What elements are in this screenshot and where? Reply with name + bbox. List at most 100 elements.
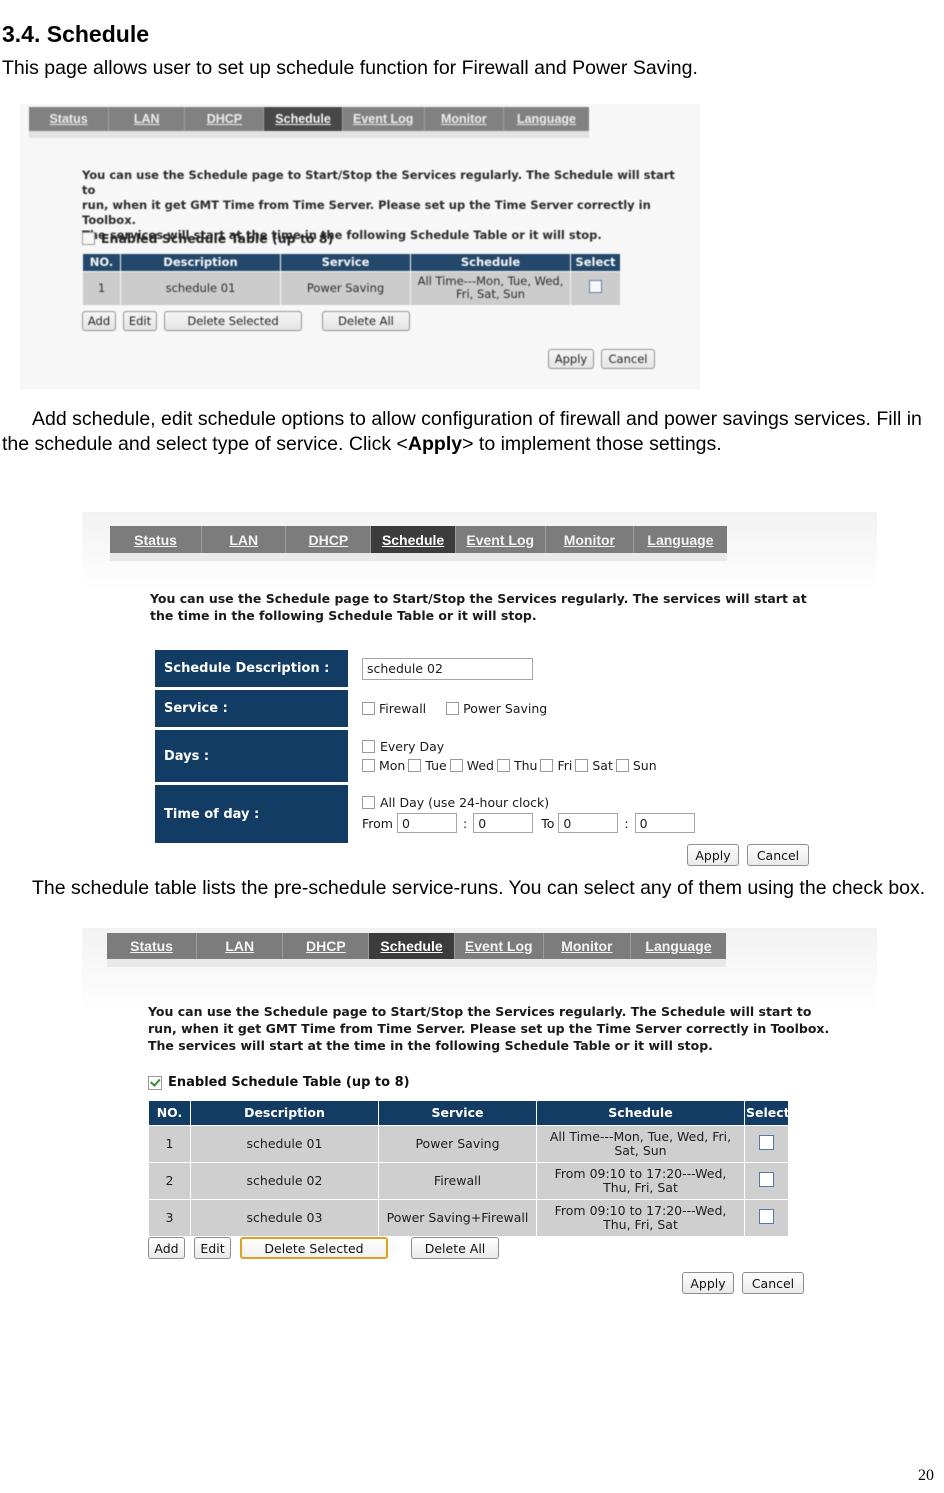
- add-button[interactable]: Add: [82, 311, 116, 331]
- from-minute-input[interactable]: 0: [473, 813, 534, 833]
- every-day-checkbox[interactable]: [362, 740, 375, 753]
- all-day-checkbox[interactable]: [362, 796, 375, 809]
- enabled-schedule-table-row-1[interactable]: Enabled Schedule Table (up to 8): [82, 231, 333, 246]
- thu-checkbox[interactable]: [496, 759, 510, 772]
- tab-status[interactable]: Status: [29, 107, 110, 131]
- row-select-checkbox[interactable]: [759, 1134, 774, 1150]
- tab-schedule[interactable]: Schedule: [264, 107, 343, 131]
- form-row-days: Days : Every Day Mon Tue Wed Thu Fri Sat…: [155, 730, 725, 782]
- cancel-button[interactable]: Cancel: [742, 1272, 804, 1294]
- sat-checkbox[interactable]: [575, 759, 589, 772]
- row-select-checkbox[interactable]: [759, 1208, 774, 1224]
- add-button[interactable]: Add: [148, 1237, 185, 1259]
- from-hour-input[interactable]: 0: [396, 813, 457, 833]
- enabled-schedule-table-checkbox[interactable]: [148, 1075, 162, 1090]
- cell-service: Power Saving+Firewall: [378, 1199, 537, 1237]
- screenshot-schedule-list-initial: Status LAN DHCP Schedule Event Log Monit…: [20, 104, 700, 389]
- tab-lan[interactable]: LAN: [202, 526, 287, 553]
- cancel-button[interactable]: Cancel: [747, 844, 809, 866]
- tab-event-log[interactable]: Event Log: [456, 526, 546, 553]
- tab-monitor[interactable]: Monitor: [425, 107, 504, 131]
- every-day-row[interactable]: Every Day: [362, 739, 725, 754]
- delete-all-button[interactable]: Delete All: [322, 311, 410, 331]
- mon-checkbox[interactable]: [362, 759, 375, 772]
- day-option-sun[interactable]: Sun: [615, 758, 657, 773]
- firewall-checkbox[interactable]: [362, 702, 375, 715]
- tab-label: Schedule: [380, 938, 443, 954]
- tab-label: LAN: [229, 531, 259, 548]
- to-minute-input[interactable]: 0: [634, 813, 695, 833]
- apply-button[interactable]: Apply: [682, 1272, 734, 1294]
- tab-lan[interactable]: LAN: [197, 933, 284, 959]
- tab-label: DHCP: [308, 531, 349, 548]
- service-option-firewall[interactable]: Firewall: [362, 701, 426, 716]
- enabled-schedule-table-checkbox[interactable]: [82, 232, 95, 245]
- tab-schedule[interactable]: Schedule: [371, 526, 456, 553]
- tabbar-underline-2: [110, 553, 727, 561]
- tab-monitor[interactable]: Monitor: [544, 933, 631, 959]
- cancel-button[interactable]: Cancel: [601, 349, 655, 369]
- schedule-table-1: NO. Description Service Schedule Select …: [82, 253, 621, 306]
- fri-checkbox[interactable]: [540, 759, 554, 772]
- delete-selected-button[interactable]: Delete Selected: [240, 1237, 388, 1259]
- wed-checkbox[interactable]: [449, 759, 463, 772]
- tab-label: Monitor: [561, 938, 613, 954]
- delete-all-button[interactable]: Delete All: [411, 1237, 499, 1259]
- tab-language[interactable]: Language: [631, 933, 726, 959]
- day-option-mon[interactable]: Mon: [362, 758, 405, 773]
- day-option-thu[interactable]: Thu: [496, 758, 537, 773]
- tab-monitor[interactable]: Monitor: [546, 526, 634, 553]
- tab-status[interactable]: Status: [110, 526, 203, 553]
- tab-label: Monitor: [563, 531, 616, 548]
- tab-event-log[interactable]: Event Log: [343, 107, 425, 131]
- table-row: 3 schedule 03 Power Saving+Firewall From…: [148, 1199, 789, 1237]
- day-option-wed[interactable]: Wed: [449, 758, 494, 773]
- schedule-description-input[interactable]: schedule 02: [362, 657, 533, 680]
- to-hour-input[interactable]: 0: [558, 813, 619, 833]
- row-select-checkbox[interactable]: [589, 280, 602, 294]
- cell-schedule: From 09:10 to 17:20---Wed, Thu, Fri, Sat: [536, 1199, 745, 1237]
- all-day-label: All Day (use 24-hour clock): [380, 795, 550, 810]
- apply-button[interactable]: Apply: [548, 349, 594, 369]
- cell-no: 1: [82, 270, 121, 306]
- edit-button[interactable]: Edit: [194, 1237, 231, 1259]
- service-option-power-saving[interactable]: Power Saving: [446, 701, 547, 716]
- sun-checkbox[interactable]: [615, 759, 629, 772]
- tab-dhcp[interactable]: DHCP: [283, 933, 370, 959]
- enabled-schedule-table-label: Enabled Schedule Table (up to 8): [101, 231, 334, 246]
- delete-selected-button[interactable]: Delete Selected: [164, 311, 302, 331]
- cell-select: [744, 1162, 789, 1200]
- day-option-tue[interactable]: Tue: [408, 758, 447, 773]
- tab-label: Event Log: [464, 938, 533, 954]
- weekday-row: Mon Tue Wed Thu Fri Sat Sun: [362, 758, 725, 773]
- cell-select: [744, 1125, 789, 1163]
- power-saving-checkbox[interactable]: [446, 702, 460, 715]
- desc-line: You can use the Schedule page to Start/S…: [148, 1004, 812, 1019]
- tab-label: Language: [647, 531, 714, 548]
- day-option-sat[interactable]: Sat: [575, 758, 613, 773]
- tab-dhcp[interactable]: DHCP: [286, 526, 372, 553]
- time-of-day-body: All Day (use 24-hour clock) From 0 : 0 T…: [348, 785, 725, 843]
- all-day-row[interactable]: All Day (use 24-hour clock): [362, 795, 725, 810]
- edit-button[interactable]: Edit: [123, 311, 157, 331]
- tab-status[interactable]: Status: [107, 933, 198, 959]
- apply-cancel-row-1: Apply Cancel: [548, 349, 655, 369]
- tab-label: LAN: [225, 938, 255, 954]
- cell-schedule: All Time---Mon, Tue, Wed, Fri, Sat, Sun: [410, 270, 571, 306]
- tab-schedule[interactable]: Schedule: [369, 933, 455, 959]
- from-colon: :: [462, 815, 468, 831]
- apply-button[interactable]: Apply: [687, 844, 739, 866]
- tab-language[interactable]: Language: [504, 107, 589, 131]
- desc-line: The services will start at the time in t…: [148, 1038, 713, 1053]
- row-select-checkbox[interactable]: [759, 1171, 774, 1187]
- tab-dhcp[interactable]: DHCP: [185, 107, 265, 131]
- tab-label: Schedule: [381, 531, 445, 548]
- tue-checkbox[interactable]: [408, 759, 422, 772]
- tab-label: LAN: [133, 112, 160, 126]
- day-option-fri[interactable]: Fri: [540, 758, 572, 773]
- col-select: Select: [570, 253, 621, 272]
- enabled-schedule-table-row-3[interactable]: Enabled Schedule Table (up to 8): [148, 1075, 410, 1090]
- tab-language[interactable]: Language: [634, 526, 727, 553]
- tab-event-log[interactable]: Event Log: [455, 933, 544, 959]
- tab-lan[interactable]: LAN: [109, 107, 186, 131]
